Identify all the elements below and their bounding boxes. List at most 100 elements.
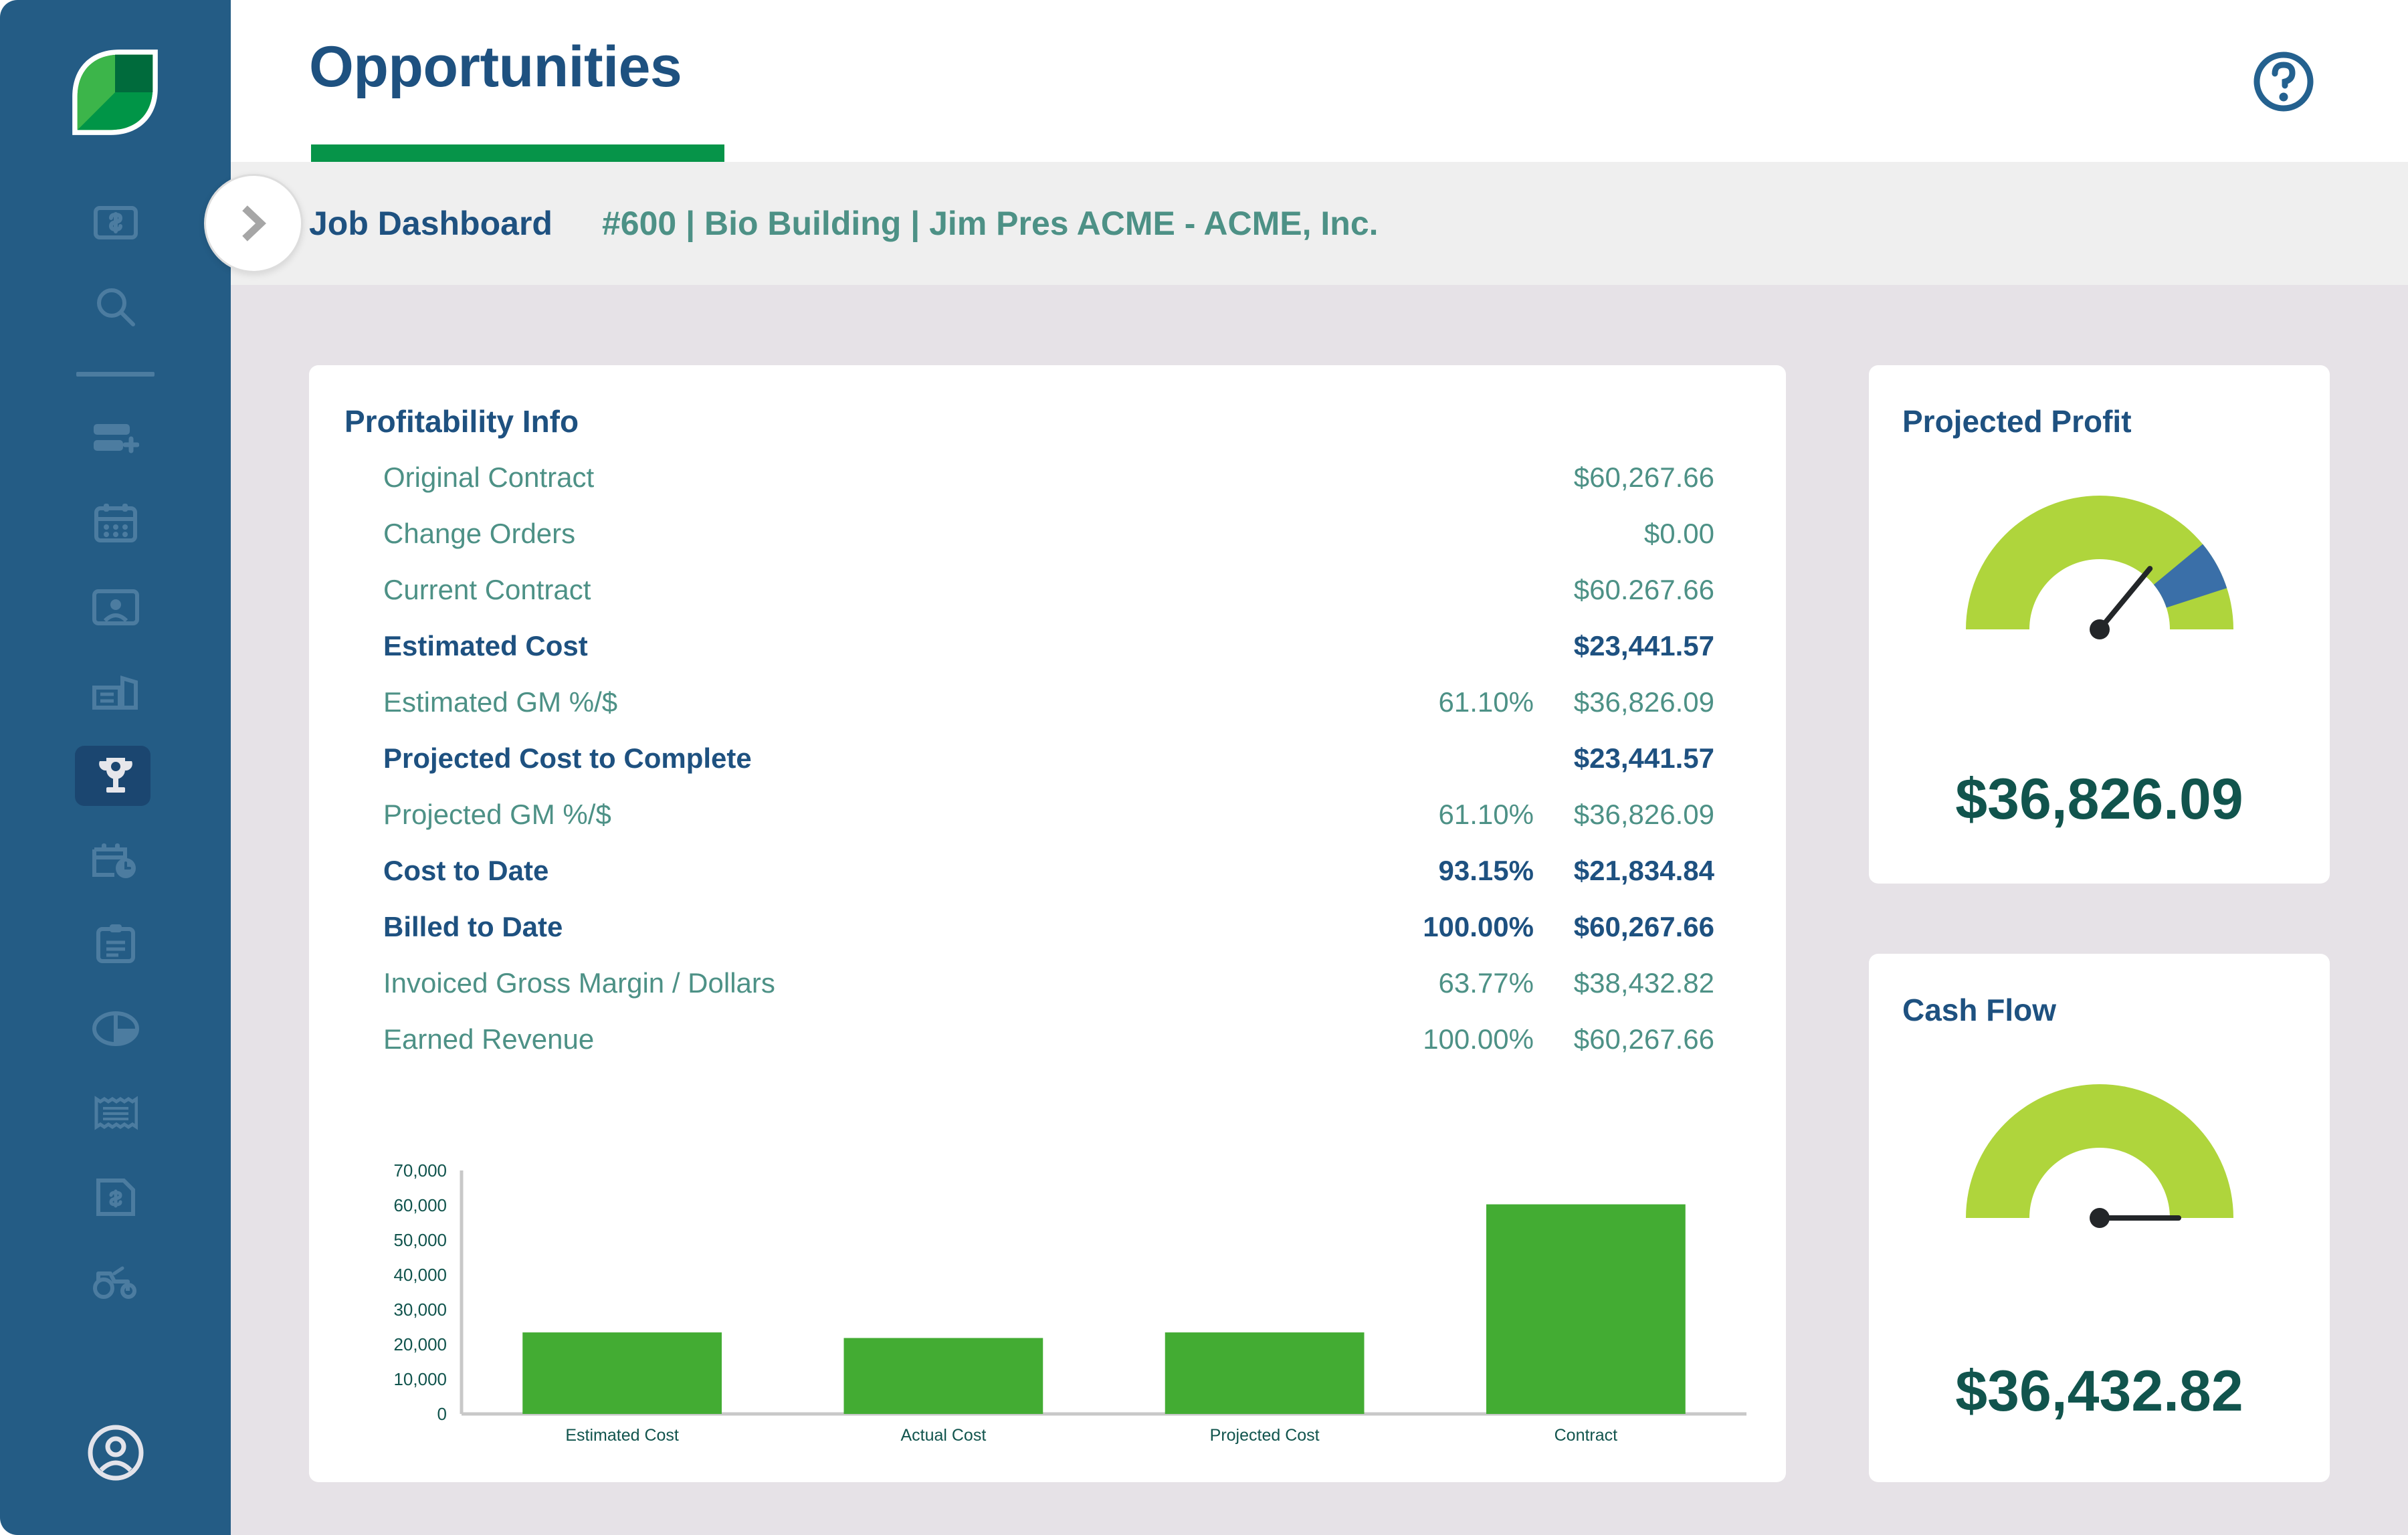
profitability-row-label: Change Orders (383, 518, 1239, 550)
bar[interactable] (843, 1338, 1043, 1414)
app-root: Opportunities Job Dashboard #600 | Bio B… (0, 0, 2408, 1535)
profitability-row-amount: $21,834.84 (1534, 855, 1750, 887)
profitability-table: Original Contract $60,267.66 Change Orders… (344, 449, 1750, 1067)
cash-flow-card: Cash Flow $36,432.82 (1869, 954, 2330, 1482)
y-axis-tick-label: 60,000 (393, 1195, 447, 1215)
question-circle-icon (2250, 48, 2317, 115)
sidebar-expand-button[interactable] (204, 174, 303, 273)
profitability-row: Invoiced Gross Margin / Dollars63.77%$38… (344, 955, 1750, 1011)
profitability-row-amount: $60.267.66 (1534, 574, 1750, 606)
bar[interactable] (1486, 1205, 1686, 1414)
profitability-row: Estimated Cost $23,441.57 (344, 618, 1750, 674)
x-axis-tick-label: Actual Cost (900, 1426, 986, 1445)
profitability-row-amount: $36,826.09 (1534, 799, 1750, 831)
sidebar-item-equipment[interactable] (0, 1239, 231, 1324)
sidebar-item-company[interactable] (0, 649, 231, 734)
profitability-row-label: Projected GM %/$ (383, 799, 1239, 831)
invoice-dollar-icon (91, 1172, 140, 1222)
breadcrumb-job-dashboard[interactable]: Job Dashboard (309, 204, 553, 243)
profitability-row-label: Invoiced Gross Margin / Dollars (383, 967, 1239, 999)
sidebar-item-reports[interactable] (0, 987, 231, 1071)
gauge-track (1966, 1084, 2233, 1218)
profitability-row-label: Earned Revenue (383, 1023, 1239, 1055)
projected-profit-gauge (1869, 492, 2330, 659)
app-logo[interactable] (64, 41, 166, 143)
profitability-row-amount: $60,267.66 (1534, 462, 1750, 494)
x-axis-tick-label: Contract (1554, 1426, 1618, 1445)
clipboard-icon (91, 920, 140, 969)
list-add-icon (91, 414, 140, 464)
tractor-icon (91, 1257, 140, 1306)
profitability-row-percent: 93.15% (1239, 855, 1534, 887)
gauge-needle (2100, 569, 2150, 629)
profitability-row: Projected Cost to Complete $23,441.57 (344, 730, 1750, 787)
main-content: Profitability Info Original Contract $60,… (231, 285, 2408, 1535)
calendar-icon (91, 498, 140, 548)
breadcrumb: Job Dashboard #600 | Bio Building | Jim … (231, 162, 2408, 285)
sidebar-item-calendar[interactable] (0, 481, 231, 565)
profitability-row-label: Estimated GM %/$ (383, 686, 1239, 718)
projected-profit-value: $36,826.09 (1869, 766, 2330, 833)
page-header: Opportunities (231, 0, 2408, 162)
bar-chart-svg: 010,00020,00030,00040,00050,00060,00070,… (344, 1161, 1750, 1455)
breadcrumb-job-detail[interactable]: #600 | Bio Building | Jim Pres ACME - AC… (602, 204, 1379, 243)
profitability-row-percent: 63.77% (1239, 967, 1534, 999)
profitability-heading: Profitability Info (344, 403, 579, 439)
profitability-row-amount: $38,432.82 (1534, 967, 1750, 999)
receipt-icon (91, 1088, 140, 1138)
profitability-row-amount: $60,267.66 (1534, 911, 1750, 943)
profitability-card: Profitability Info Original Contract $60,… (309, 365, 1786, 1482)
y-axis-tick-label: 40,000 (393, 1265, 447, 1285)
sidebar-item-contacts[interactable] (0, 565, 231, 649)
projected-profit-card: Projected Profit $36,826.09 (1869, 365, 2330, 884)
y-axis-tick-label: 50,000 (393, 1230, 447, 1250)
cash-flow-gauge (1869, 1081, 2330, 1248)
projected-profit-title: Projected Profit (1902, 403, 2132, 439)
cash-flow-value: $36,432.82 (1869, 1358, 2330, 1425)
profitability-row-label: Billed to Date (383, 911, 1239, 943)
profitability-row: Current Contract $60.267.66 (344, 562, 1750, 618)
bar[interactable] (522, 1332, 722, 1414)
sidebar-item-billing[interactable] (0, 181, 231, 265)
bar[interactable] (1165, 1332, 1365, 1414)
gauge-hub (2090, 619, 2110, 639)
profitability-row-amount: $60,267.66 (1534, 1023, 1750, 1055)
pie-chart-icon (91, 1004, 140, 1053)
sidebar-item-add-list[interactable] (0, 397, 231, 481)
chevron-right-icon (233, 203, 274, 244)
x-axis-tick-label: Estimated Cost (565, 1426, 679, 1445)
sidebar-item-work-orders[interactable] (0, 902, 231, 987)
profitability-row-label: Estimated Cost (383, 630, 1239, 662)
profitability-row-amount: $36,826.09 (1534, 686, 1750, 718)
trophy-icon (91, 751, 140, 801)
y-axis-tick-label: 30,000 (393, 1300, 447, 1320)
gauge-hub (2090, 1208, 2110, 1228)
sidebar-item-opportunities[interactable] (0, 734, 231, 818)
cost-bar-chart: 010,00020,00030,00040,00050,00060,00070,… (344, 1161, 1750, 1455)
sidebar-item-receipts[interactable] (0, 1071, 231, 1155)
calendar-clock-icon (91, 835, 140, 885)
sidebar-item-invoices[interactable] (0, 1155, 231, 1239)
y-axis-tick-label: 20,000 (393, 1334, 447, 1354)
sidebar-account[interactable] (0, 1423, 231, 1486)
profitability-row-amount: $23,441.57 (1534, 742, 1750, 775)
x-axis-tick-label: Projected Cost (1210, 1426, 1320, 1445)
profitability-row-amount: $23,441.57 (1534, 630, 1750, 662)
profitability-row-percent: 100.00% (1239, 1023, 1534, 1055)
sidebar-item-search[interactable] (0, 265, 231, 349)
profitability-row-label: Current Contract (383, 574, 1239, 606)
profitability-row: Cost to Date93.15%$21,834.84 (344, 843, 1750, 899)
profitability-row-label: Original Contract (383, 462, 1239, 494)
profitability-row-amount: $0.00 (1534, 518, 1750, 550)
profitability-row: Original Contract $60,267.66 (344, 449, 1750, 506)
profitability-row-percent: 61.10% (1239, 686, 1534, 718)
page-title: Opportunities (309, 38, 682, 96)
profitability-row-label: Projected Cost to Complete (383, 742, 1239, 775)
profitability-row: Change Orders $0.00 (344, 506, 1750, 562)
sidebar-item-scheduling[interactable] (0, 818, 231, 902)
profitability-row: Earned Revenue100.00%$60,267.66 (344, 1011, 1750, 1067)
search-icon (91, 282, 140, 332)
y-axis-tick-label: 0 (437, 1404, 447, 1424)
profitability-row-label: Cost to Date (383, 855, 1239, 887)
help-button[interactable] (2247, 45, 2320, 118)
